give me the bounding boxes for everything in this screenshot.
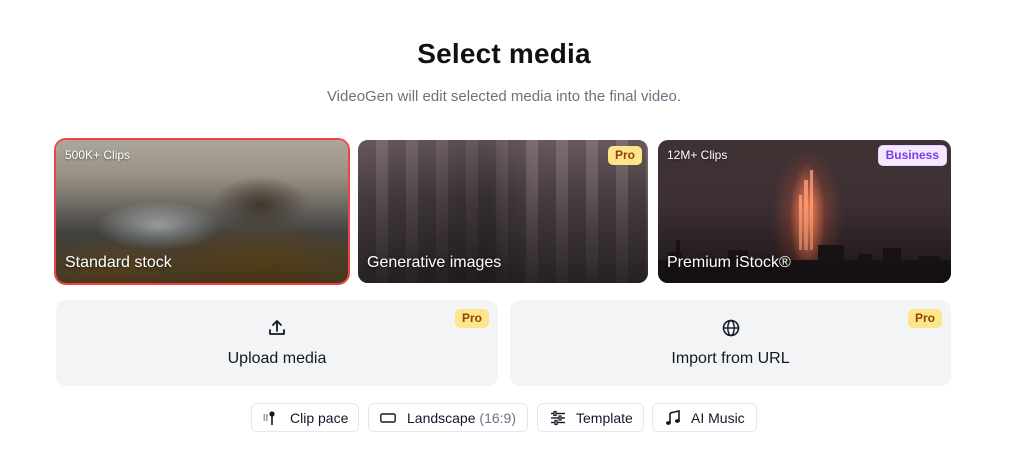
pro-badge: Pro	[454, 309, 489, 328]
metronome-icon	[263, 411, 275, 425]
clip-count-tag: 12M+ Clips	[667, 148, 728, 162]
sliders-icon	[551, 410, 565, 426]
upload-media-label: Upload media	[227, 350, 327, 367]
upload-media-button[interactable]: Pro Upload media	[56, 300, 498, 386]
landscape-icon	[380, 413, 396, 423]
pro-badge: Pro	[607, 146, 642, 165]
globe-icon	[722, 319, 739, 337]
page-title: Select media	[417, 38, 591, 69]
aspect-ratio-button[interactable]: Landscape (16:9)	[368, 403, 528, 432]
aspect-ratio-value: (16:9)	[479, 410, 516, 426]
pro-badge: Pro	[907, 309, 942, 328]
template-label: Template	[576, 410, 633, 426]
ai-music-label: AI Music	[691, 410, 745, 426]
upload-icon	[269, 320, 285, 335]
music-note-icon	[666, 410, 680, 425]
generative-images-card[interactable]: Pro Generative images	[358, 140, 648, 283]
select-media-page: Select media VideoGen will edit selected…	[0, 0, 1024, 454]
standard-stock-card[interactable]: 500K+ Clips Standard stock	[56, 140, 348, 283]
media-source-cards: 500K+ Clips Standard stock Pro Generativ…	[56, 140, 951, 283]
card-label: Standard stock	[65, 254, 172, 271]
import-from-url-label: Import from URL	[671, 350, 790, 367]
clip-pace-button[interactable]: Clip pace	[251, 403, 359, 432]
card-label: Generative images	[367, 254, 502, 271]
template-button[interactable]: Template	[537, 403, 644, 432]
business-badge: Business	[877, 145, 947, 166]
page-subtitle: VideoGen will edit selected media into t…	[326, 88, 682, 105]
card-label: Premium iStock®	[667, 254, 791, 271]
import-actions: Pro Upload media Pro Import from URL	[56, 300, 951, 386]
orientation-label: Landscape	[407, 410, 476, 426]
clip-count-tag: 500K+ Clips	[65, 148, 131, 162]
ai-music-button[interactable]: AI Music	[652, 403, 757, 432]
import-from-url-button[interactable]: Pro Import from URL	[510, 300, 951, 386]
clip-pace-label: Clip pace	[290, 410, 349, 426]
premium-istock-card[interactable]: 12M+ Clips Business Premium iStock®	[658, 140, 951, 283]
